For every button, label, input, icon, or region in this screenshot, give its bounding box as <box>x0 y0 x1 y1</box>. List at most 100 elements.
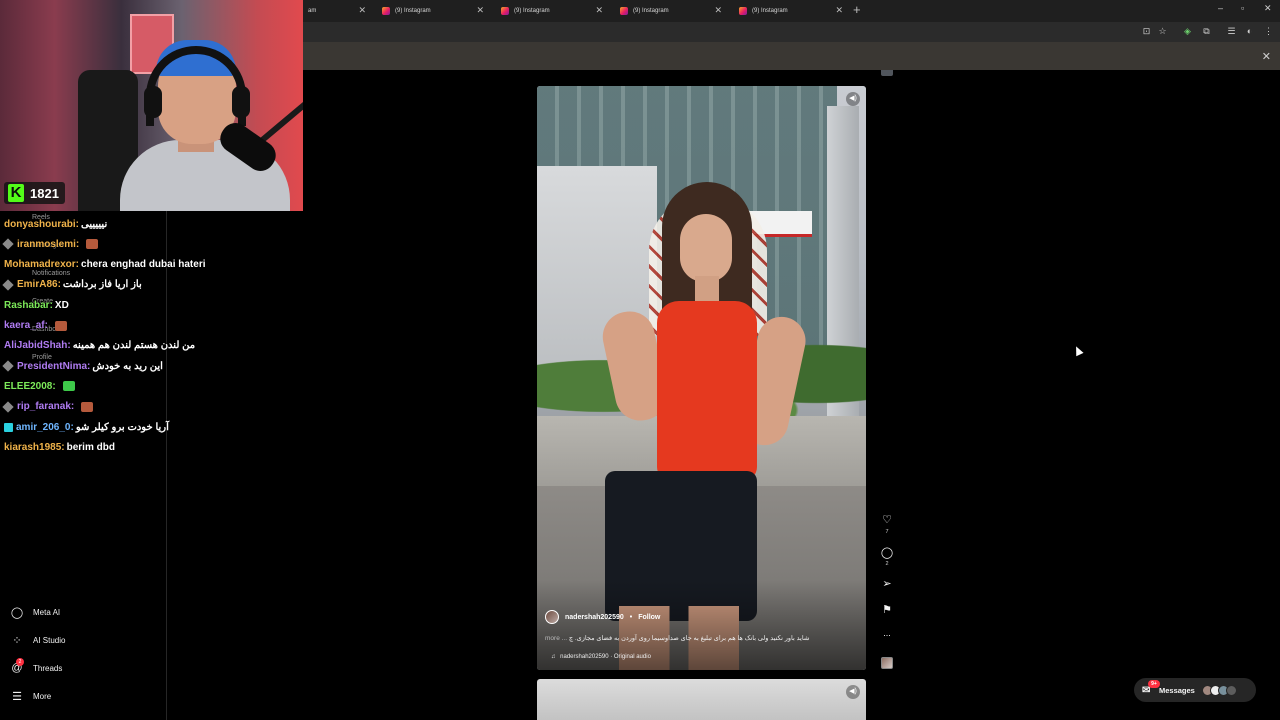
chat-text: من لندن هستم لندن هم همینه <box>72 340 196 352</box>
profile-icon[interactable]: ◐ <box>1245 27 1254 36</box>
instagram-favicon-icon <box>620 7 628 15</box>
save-icon[interactable]: ⚑ <box>878 603 896 616</box>
browser-tab[interactable]: am ✕ <box>300 2 372 20</box>
viewer-count-badge: K 1821 <box>4 182 65 204</box>
subscriber-badge-icon <box>4 422 13 432</box>
message-avatars <box>1201 684 1237 696</box>
chat-username: kaera_af: <box>4 320 48 331</box>
install-app-icon[interactable]: ⊡ <box>1142 27 1151 36</box>
chat-message: AliJabidShah: من لندن هستم لندن هم همینه <box>4 339 195 353</box>
streamer-webcam <box>0 0 303 211</box>
menu-icon: ☰ <box>12 690 22 703</box>
new-tab-button[interactable]: + <box>853 2 861 17</box>
close-icon[interactable]: ✕ <box>1262 50 1271 63</box>
sidebar-item-label: AI Studio <box>33 635 66 645</box>
extensions-puzzle-icon[interactable]: ⧉ <box>1202 27 1211 36</box>
chat-text: نیییییی <box>81 218 108 230</box>
like-icon[interactable]: ♡ <box>878 513 896 526</box>
chat-badge-icon <box>2 401 14 413</box>
chat-message: EmirA86: باز اریا فاز برداشت <box>2 278 142 292</box>
chat-username: kiarash1985: <box>4 441 65 453</box>
sidebar-item-label: Meta AI <box>33 607 61 617</box>
sidebar-item-label: Threads <box>33 663 63 673</box>
chat-text: باز اریا فاز برداشت <box>62 279 142 291</box>
previous-reel-thumbnail[interactable] <box>881 70 893 76</box>
chat-text: این رید به خودش <box>92 360 163 372</box>
chat-username: iranmoslemi: <box>17 238 80 250</box>
chat-username: AliJabidShah: <box>4 340 71 352</box>
sidebar-item-threads[interactable]: @2 Threads <box>11 658 63 674</box>
tab-close-icon[interactable]: ✕ <box>595 5 603 16</box>
close-window-button[interactable]: ✕ <box>1264 3 1272 14</box>
reel-audio[interactable]: ♫ nadershah202590 · Original audio <box>551 654 651 660</box>
viewer-count: 1821 <box>30 185 59 201</box>
chat-text: XD <box>54 299 69 311</box>
browser-tab[interactable]: (9) Instagram ✕ <box>612 2 728 20</box>
tab-title: (9) Instagram <box>633 8 669 14</box>
tab-close-icon[interactable]: ✕ <box>835 5 843 16</box>
caption-text: شاید باور نکنید ولی بانک ها هم برای تبلی… <box>568 635 810 642</box>
browser-menu-icon[interactable]: ⋮ <box>1264 27 1273 36</box>
music-note-icon: ♫ <box>551 654 556 660</box>
chat-emote-icon <box>86 239 99 250</box>
messenger-icon: ✉ 9+ <box>1142 679 1160 696</box>
chat-text: آریا خودت برو کیلر شو <box>75 421 169 433</box>
chat-message: donyashourabi: نیییییی <box>4 217 107 231</box>
reel-caption: more ... شاید باور نکنید ولی بانک ها هم … <box>545 634 836 642</box>
mute-icon[interactable]: ◀) <box>846 92 860 106</box>
instagram-favicon-icon <box>382 7 390 15</box>
audio-thumbnail[interactable] <box>881 657 893 669</box>
sidebar-item-meta-ai[interactable]: ◯ Meta AI <box>11 606 61 619</box>
chat-username: amir_206_0: <box>16 421 74 433</box>
browser-tab[interactable]: (9) Instagram ✕ <box>374 2 490 20</box>
chat-message: Mohamadrexor: chera enghad dubai hateri <box>4 258 206 272</box>
chat-text: berim dbd <box>66 441 115 453</box>
bookmark-star-icon[interactable]: ☆ <box>1158 27 1167 36</box>
tab-close-icon[interactable]: ✕ <box>358 5 366 16</box>
reading-list-icon[interactable]: ☰ <box>1227 27 1236 36</box>
comment-icon[interactable]: ◯ <box>878 546 896 559</box>
chat-message: iranmoslemi: <box>2 237 99 251</box>
chat-username: ELEE2008: <box>4 380 56 392</box>
mute-icon[interactable]: ◀) <box>846 685 860 699</box>
sidebar-item-ai-studio[interactable]: ⁘ AI Studio <box>11 634 66 647</box>
browser-tab[interactable]: (9) Instagram ✕ <box>731 2 849 20</box>
chat-username: Mohamadrexor: <box>4 259 80 271</box>
chat-message: kaera_af: <box>4 319 67 333</box>
minimize-button[interactable]: – <box>1218 3 1223 13</box>
reel-username[interactable]: nadershah202590 <box>565 614 624 621</box>
tab-close-icon[interactable]: ✕ <box>476 5 484 16</box>
tab-close-icon[interactable]: ✕ <box>714 5 722 16</box>
reel-video[interactable]: ◀) nadershah202590 • Follow more ... شای… <box>537 86 866 670</box>
like-count: 7 <box>885 529 889 535</box>
tab-title: (9) Instagram <box>752 8 788 14</box>
avatar <box>1225 684 1237 696</box>
chat-message: ELEE2008: <box>4 379 75 393</box>
chat-badge-icon <box>2 279 14 291</box>
avatar[interactable] <box>545 610 559 624</box>
chat-badge-icon <box>2 238 14 250</box>
chat-badge-icon <box>2 360 14 372</box>
sidebar-item-more[interactable]: ☰ More <box>11 690 51 703</box>
audio-label: nadershah202590 · Original audio <box>560 654 651 660</box>
chat-message: Rashabar: XD <box>4 298 69 312</box>
tab-title: (9) Instagram <box>395 8 431 14</box>
browser-tab[interactable]: (9) Instagram ✕ <box>493 2 609 20</box>
instagram-favicon-icon <box>739 7 747 15</box>
screen: am ✕ (9) Instagram ✕ (9) Instagram ✕ (9)… <box>0 0 1280 720</box>
share-icon[interactable]: ➢ <box>878 577 896 590</box>
messages-button[interactable]: ✉ 9+ Messages <box>1134 678 1256 702</box>
chat-message: rip_faranak: <box>2 400 94 414</box>
chat-text: chera enghad dubai hateri <box>81 259 206 271</box>
more-options-icon[interactable]: ... <box>878 628 896 638</box>
comment-count: 2 <box>885 561 889 567</box>
chat-emote-icon <box>54 320 67 331</box>
chat-username: donyashourabi: <box>4 218 80 230</box>
follow-button[interactable]: Follow <box>638 614 660 621</box>
kick-logo-icon: K <box>8 184 24 202</box>
separator-dot: • <box>629 613 633 621</box>
extension-icon[interactable]: ◈ <box>1183 27 1192 36</box>
caption-more-link[interactable]: more ... <box>545 635 567 642</box>
next-reel-preview[interactable]: ◀) <box>537 679 866 720</box>
restore-button[interactable]: ▫ <box>1241 3 1244 13</box>
